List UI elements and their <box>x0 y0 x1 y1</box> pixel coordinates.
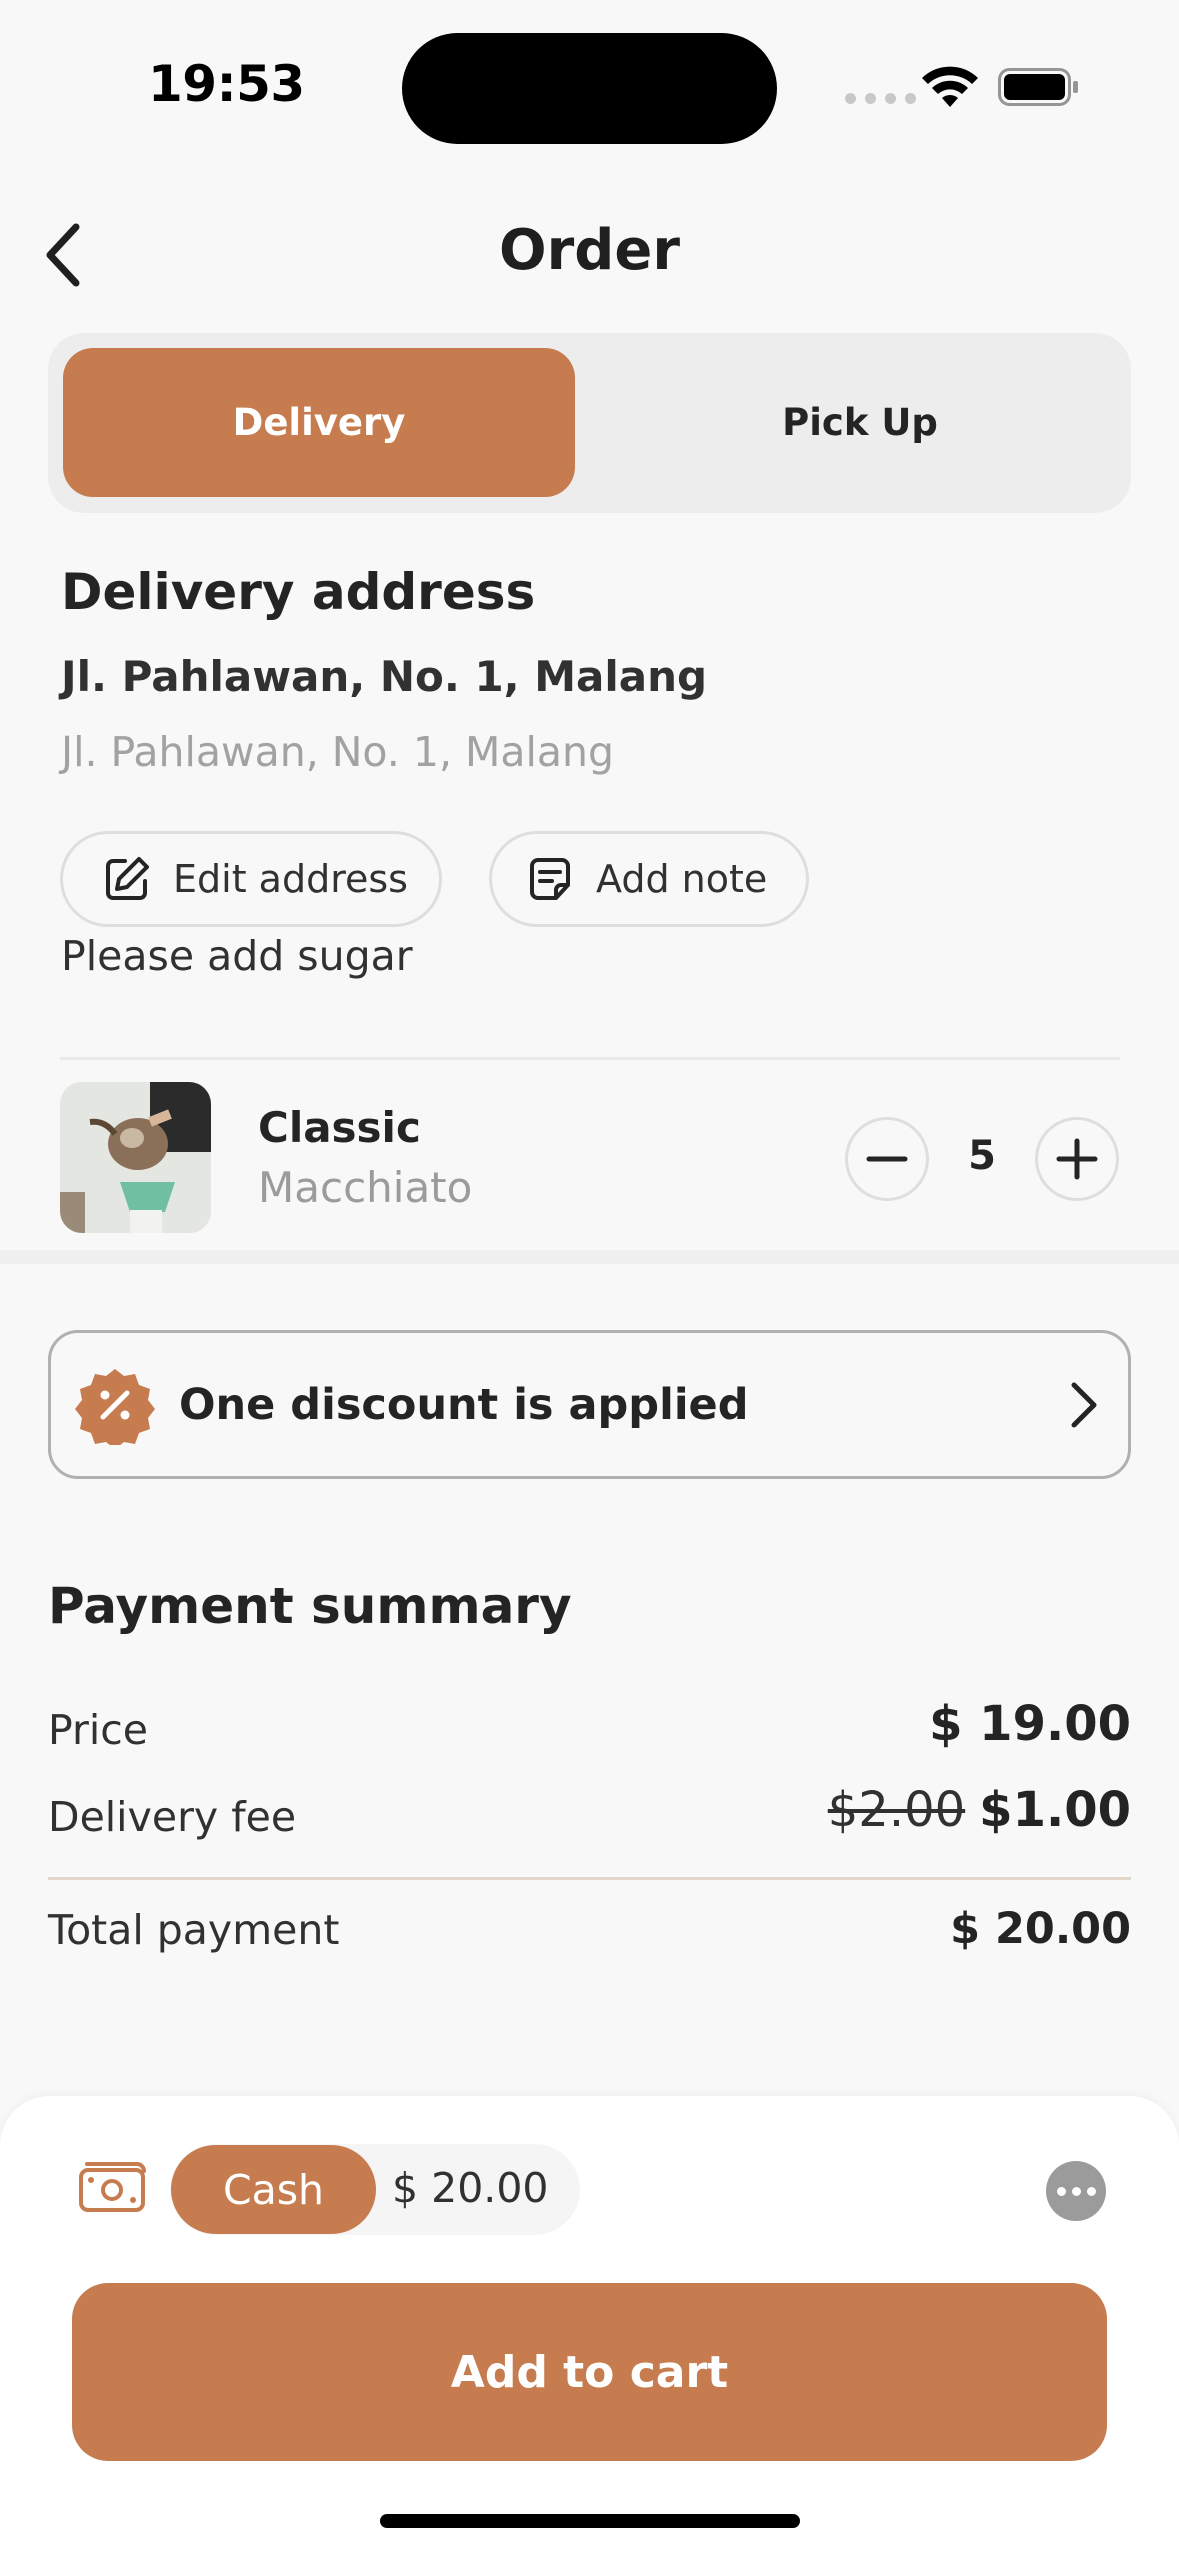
edit-address-button[interactable]: Edit address <box>60 831 442 927</box>
page-title: Order <box>499 218 680 283</box>
section-separator <box>0 1250 1179 1264</box>
cash-wallet-icon <box>79 2162 146 2212</box>
discount-row[interactable]: One discount is applied <box>48 1330 1131 1479</box>
delivery-fee-new: $1.00 <box>979 1782 1131 1838</box>
decrease-quantity-button[interactable] <box>845 1117 929 1201</box>
status-time: 19:53 <box>148 55 305 113</box>
increase-quantity-button[interactable] <box>1035 1117 1119 1201</box>
delivery-address-heading: Delivery address <box>61 563 536 621</box>
edit-address-label: Edit address <box>173 857 408 901</box>
section-divider <box>60 1057 1120 1060</box>
discount-label: One discount is applied <box>179 1379 749 1430</box>
price-label: Price <box>48 1706 149 1754</box>
plus-icon <box>1056 1138 1098 1180</box>
quantity-value: 5 <box>968 1133 996 1179</box>
total-payment-label: Total payment <box>48 1906 340 1954</box>
wifi-icon <box>922 66 978 107</box>
delivery-fee-old: $2.00 <box>827 1782 966 1838</box>
delivery-fee-value: $2.00 $1.00 <box>828 1782 1131 1838</box>
note-icon <box>530 858 570 900</box>
total-payment-value: $ 20.00 <box>950 1904 1131 1954</box>
more-options-icon[interactable] <box>1046 2161 1106 2221</box>
tab-delivery[interactable]: Delivery <box>63 348 575 497</box>
product-image <box>60 1082 211 1233</box>
payment-method-label[interactable]: Cash <box>171 2145 376 2234</box>
address-sub: Jl. Pahlawan, No. 1, Malang <box>61 728 615 776</box>
address-main: Jl. Pahlawan, No. 1, Malang <box>61 652 708 701</box>
tab-pick-up[interactable]: Pick Up <box>604 348 1116 497</box>
dynamic-island <box>402 33 777 144</box>
cellular-signal-icon <box>845 93 916 104</box>
edit-icon <box>106 857 149 900</box>
chevron-right-icon <box>1071 1382 1097 1428</box>
minus-icon <box>866 1156 908 1162</box>
payment-summary-heading: Payment summary <box>48 1577 572 1635</box>
product-name: Classic <box>258 1103 421 1152</box>
home-indicator[interactable] <box>380 2514 800 2528</box>
order-note: Please add sugar <box>61 932 413 980</box>
price-value: $ 19.00 <box>929 1696 1131 1752</box>
add-note-label: Add note <box>596 857 768 901</box>
delivery-fee-label: Delivery fee <box>48 1793 297 1841</box>
add-note-button[interactable]: Add note <box>489 831 809 927</box>
payment-amount: $ 20.00 <box>392 2164 549 2212</box>
summary-divider <box>48 1877 1131 1880</box>
battery-icon <box>998 68 1078 106</box>
add-to-cart-button[interactable]: Add to cart <box>72 2283 1107 2461</box>
discount-badge-icon <box>75 1368 155 1445</box>
product-subtitle: Macchiato <box>258 1163 473 1212</box>
